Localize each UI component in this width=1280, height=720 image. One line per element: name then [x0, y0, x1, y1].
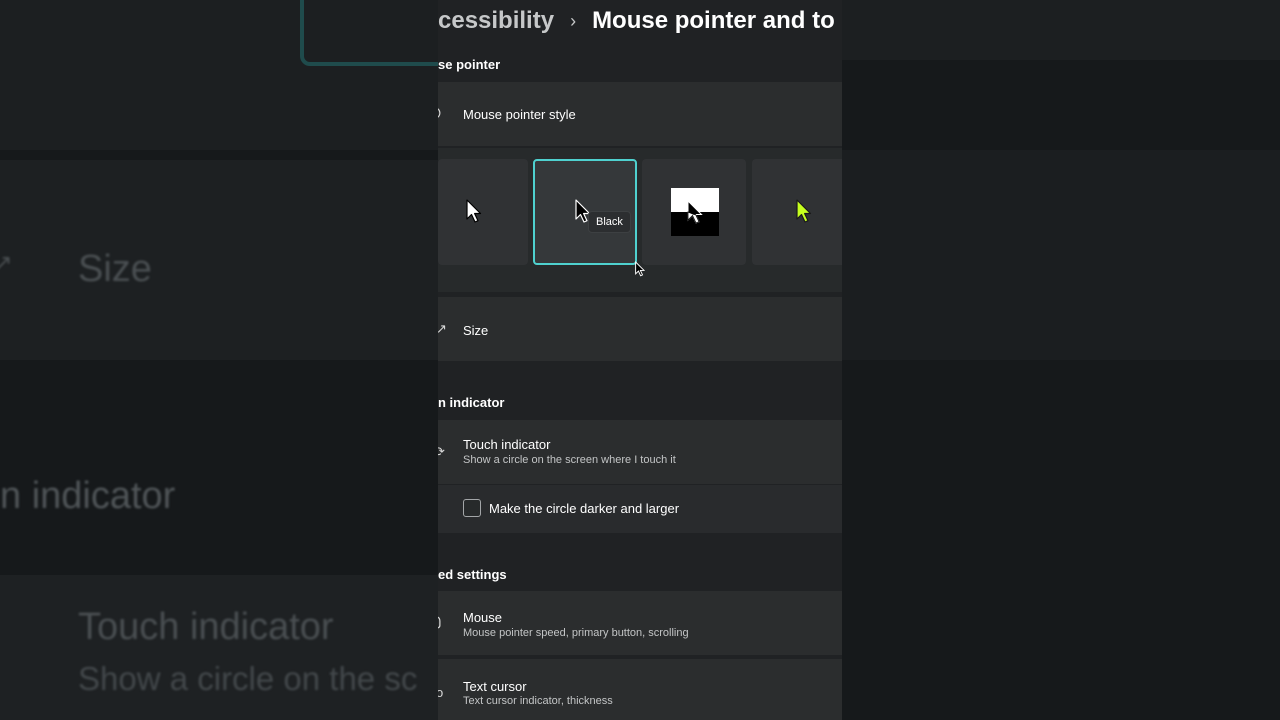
white-pointer-icon [466, 199, 482, 223]
section-heading-related-settings: ed settings [438, 567, 507, 582]
background-size-icon: ↗ [0, 250, 13, 275]
background-size-text: Size [78, 248, 152, 290]
background-right-band [842, 150, 1280, 360]
background-right-panel [842, 0, 1280, 720]
darker-circle-checkbox[interactable] [463, 499, 481, 517]
related-text-cursor-card[interactable]: o Text cursor Text cursor indicator, thi… [438, 659, 842, 720]
size-icon: ↗ [438, 321, 447, 336]
darker-circle-label[interactable]: Make the circle darker and larger [489, 501, 679, 516]
touch-indicator-title: Touch indicator [463, 437, 551, 452]
chevron-right-icon: › [570, 10, 577, 31]
section-heading-mouse-pointer: se pointer [438, 57, 501, 72]
inverted-pointer-swatch [671, 188, 719, 236]
text-cursor-icon: o [438, 685, 444, 700]
inverted-pointer-icon [687, 200, 703, 224]
mouse-cursor-icon [635, 261, 645, 277]
touch-icon: ⟳ [438, 444, 445, 459]
mouse-icon [438, 616, 441, 629]
breadcrumb: cessibility › Mouse pointer and to [438, 4, 835, 38]
background-selected-tile-outline [300, 0, 438, 66]
page-title: Mouse pointer and to [592, 7, 835, 34]
background-touch-title: Touch indicator [78, 606, 334, 648]
touch-indicator-description: Show a circle on the screen where I touc… [463, 454, 676, 466]
black-style-tooltip: Black [588, 211, 631, 233]
darker-circle-option-card: Make the circle darker and larger [438, 485, 842, 533]
mouse-pointer-style-label: Mouse pointer style [463, 107, 576, 122]
background-size-band [0, 160, 438, 360]
related-text-cursor-description: Text cursor indicator, thickness [463, 695, 613, 707]
pointer-style-custom[interactable] [752, 159, 842, 265]
pointer-style-inverted[interactable] [642, 159, 746, 265]
pointer-style-white[interactable] [438, 159, 528, 265]
pointer-style-icon [438, 108, 441, 118]
size-label: Size [463, 323, 489, 338]
settings-panel: cessibility › Mouse pointer and to se po… [438, 0, 842, 720]
section-heading-touch-indicator: n indicator [438, 395, 505, 410]
background-touch-sub: Show a circle on the sc [78, 660, 418, 697]
mouse-pointer-style-card: Mouse pointer style [438, 82, 842, 146]
background-indicator-text: n indicator [0, 475, 176, 517]
related-text-cursor-title: Text cursor [463, 679, 527, 694]
related-mouse-title: Mouse [463, 610, 503, 625]
custom-color-pointer-icon [796, 199, 812, 223]
related-mouse-description: Mouse pointer speed, primary button, scr… [463, 627, 689, 639]
related-mouse-card[interactable]: Mouse Mouse pointer speed, primary butto… [438, 591, 842, 655]
size-card[interactable]: ↗ Size [438, 297, 842, 361]
background-left-panel: ↗ Size n indicator Touch indicator Show … [0, 0, 438, 720]
background-right-header [842, 0, 1280, 60]
breadcrumb-parent[interactable]: cessibility [438, 7, 554, 35]
touch-indicator-card[interactable]: ⟳ Touch indicator Show a circle on the s… [438, 420, 842, 484]
